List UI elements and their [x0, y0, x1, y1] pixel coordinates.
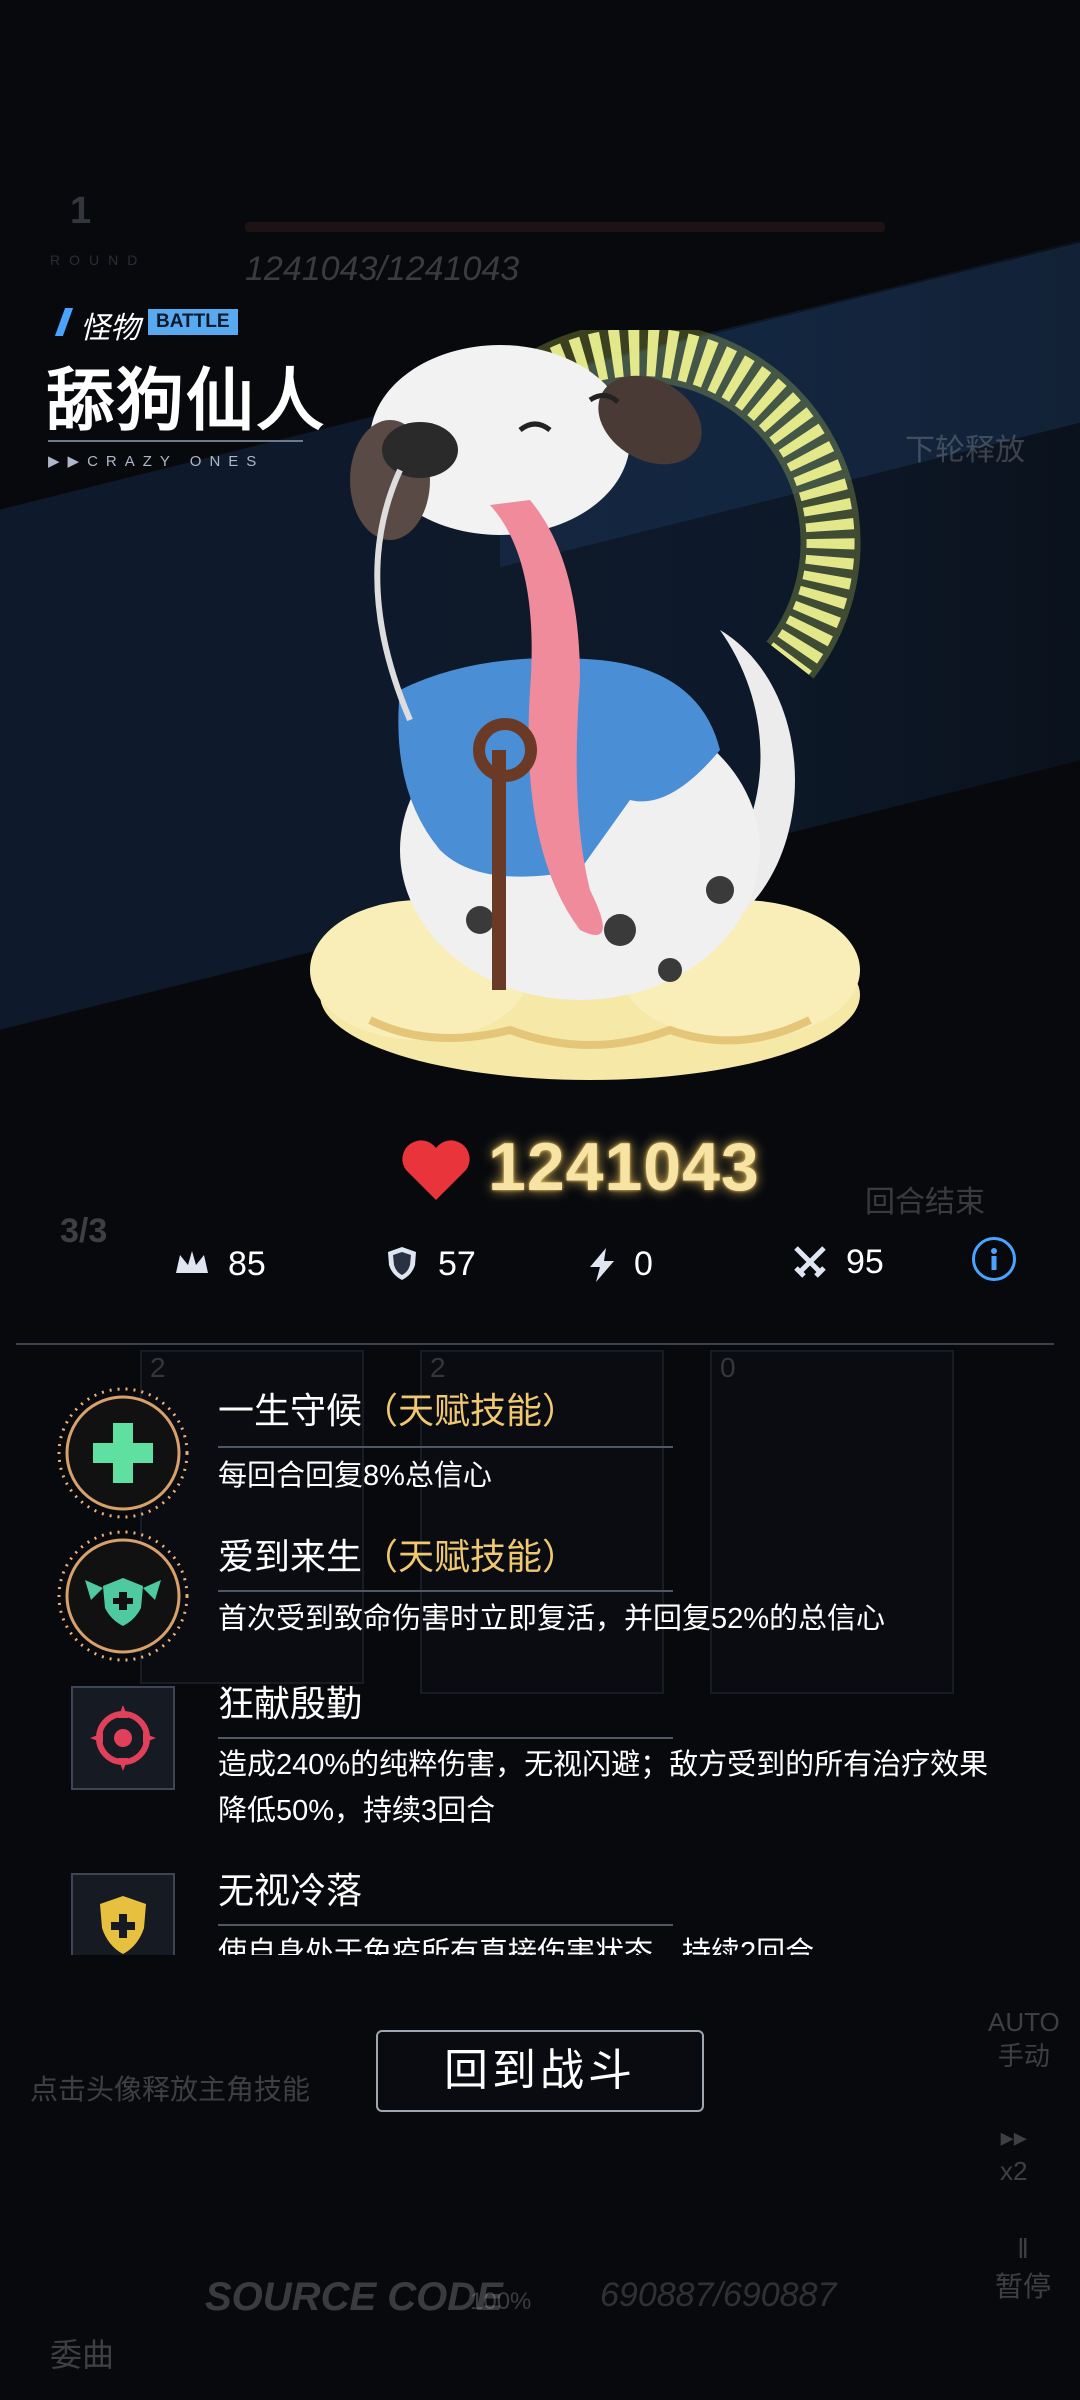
target-icon: [71, 1686, 175, 1790]
skill-name: 爱到来生（天赋技能）: [218, 1536, 579, 1577]
hp-value: 1241043: [488, 1129, 760, 1205]
bg-auto-toggle: AUTO 手动: [988, 2005, 1060, 2073]
shield-plus-icon: [71, 1873, 175, 1955]
bg-speed-label: x2: [1000, 2156, 1028, 2186]
bg-bottom-name: 委曲: [50, 2337, 115, 2373]
skill-underline: [218, 1590, 673, 1592]
bg-end-round-label: 回合结束: [865, 1186, 985, 1219]
skill-name: 狂献殷勤: [218, 1683, 363, 1724]
stat-attack-value: 85: [228, 1245, 266, 1283]
bg-speed-toggle: ▸▸ x2: [1000, 2120, 1027, 2188]
stat-energy-value: 0: [634, 1245, 653, 1283]
staff-icon: [492, 750, 506, 990]
bg-energy-counter: 3/3: [60, 1212, 108, 1250]
pause-icon: ‖: [1017, 2233, 1029, 2264]
monster-portrait: [310, 330, 861, 1080]
skill-desc: 首次受到致命伤害时立即复活，并回复52%的总信心: [218, 1603, 886, 1635]
lightning-icon: [590, 1248, 614, 1282]
skill-name: 一生守候（天赋技能）: [218, 1390, 579, 1431]
bg-auto-label: AUTO: [988, 2007, 1060, 2037]
skill-desc: 每回合回复8%总信心: [218, 1460, 492, 1492]
stat-crit-value: 95: [846, 1243, 884, 1281]
bg-source-code-hp: 690887/690887: [600, 2276, 837, 2314]
bg-boss-hp-value: 1241043/1241043: [245, 250, 520, 288]
bg-manual-label: 手动: [997, 2041, 1050, 2071]
shield-icon: [388, 1247, 416, 1280]
return-to-battle-button[interactable]: 回到战斗: [376, 2030, 704, 2112]
skill-underline: [218, 1446, 673, 1448]
bg-enemy-count: 1: [70, 190, 92, 232]
bg-pause-toggle: ‖ 暂停: [995, 2230, 1051, 2306]
bg-round-text: ROUND: [50, 252, 147, 268]
skills-list[interactable]: 一生守候（天赋技能） 每回合回复8%总信心 爱到来生（天赋技能） 首次受到致命伤…: [0, 1350, 1080, 1955]
crown-icon: [176, 1251, 208, 1273]
bg-source-code-percent: 100%: [470, 2288, 532, 2315]
bg-hint-text: 点击头像释放主角技能: [30, 2074, 311, 2105]
skill-name: 无视冷落: [218, 1870, 363, 1911]
winged-heal-icon: [57, 1530, 189, 1662]
info-button[interactable]: [972, 1237, 1016, 1281]
heart-icon: [402, 1140, 470, 1200]
stats-divider: [16, 1343, 1054, 1345]
talent-tag: （天赋技能）: [362, 1536, 579, 1577]
fast-forward-icon: ▸▸: [1000, 2122, 1027, 2152]
stat-defense-value: 57: [438, 1245, 476, 1283]
monster-type-label: 怪物: [80, 312, 140, 345]
skill-desc: 造成240%的纯粹伤害，无视闪避；敌方受到的所有治疗效果降低50%，持续3回合: [218, 1749, 989, 1827]
green-cross-icon: [57, 1387, 189, 1519]
bg-pause-label: 暂停: [995, 2271, 1052, 2302]
skill-underline: [218, 1737, 673, 1739]
skill-underline: [218, 1924, 673, 1926]
talent-tag: （天赋技能）: [362, 1390, 579, 1431]
bg-boss-hp-bar: [245, 222, 885, 232]
crossed-swords-icon: [794, 1246, 826, 1278]
bg-source-code-name: SOURCE CODE: [205, 2275, 503, 2319]
skill-desc: 使自身处于免疫所有直接伤害状态，持续2回合: [218, 1937, 815, 1955]
info-icon: [991, 1248, 997, 1270]
